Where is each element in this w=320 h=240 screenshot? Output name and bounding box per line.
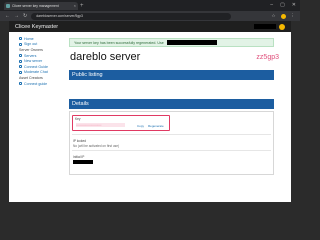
key-label: Key <box>75 117 81 121</box>
copy-key-link[interactable]: Copy <box>137 124 144 128</box>
sidebar-section-label: Asset Creators <box>19 75 43 80</box>
maximize-button[interactable]: ▢ <box>280 1 285 9</box>
address-bar-row: ← → ↻ darebloserver.com/server/5gp3 ☆ ⋮ <box>0 11 300 21</box>
reload-icon[interactable]: ↻ <box>23 13 27 19</box>
regenerate-key-link[interactable]: Regenerate <box>148 124 164 128</box>
url-input[interactable]: darebloserver.com/server/5gp3 <box>31 12 232 20</box>
redacted-alert-text <box>166 40 217 45</box>
browser-extensions: ☆ ⋮ <box>271 13 295 19</box>
success-alert: Your server key has been successfully re… <box>69 38 274 47</box>
main-content: Your server key has been successfully re… <box>57 32 291 202</box>
sidebar-item-label: Connect Guide <box>24 64 48 69</box>
details-header: Details <box>69 99 274 109</box>
public-listing-header[interactable]: Public listing <box>69 70 274 80</box>
sidebar-item-label: Servers <box>24 53 37 58</box>
alert-text: Your server key has been successfully re… <box>74 40 164 45</box>
profile-avatar-icon[interactable] <box>280 13 286 19</box>
sidebar-item-connect-guide-assets[interactable]: Connect guide <box>9 81 57 87</box>
server-key-value[interactable]: •••••••••••••••••••••••••• <box>76 123 125 127</box>
ip-locked-label: IP locked <box>73 139 87 143</box>
server-id-badge: zz5gp3 <box>256 54 279 61</box>
site-header: Clicee Keymaster <box>9 21 291 32</box>
guide-icon <box>19 65 22 69</box>
details-panel: Key •••••••••••••••••••••••••• Copy Rege… <box>69 111 274 175</box>
sidebar-item-label: Sign out <box>24 42 38 47</box>
page-title: dareblo server <box>70 51 141 63</box>
sidebar-item-label: Home <box>24 36 34 41</box>
divider <box>72 134 271 135</box>
divider <box>72 150 271 151</box>
sidebar-section-label: Server Owners <box>19 47 43 52</box>
sidebar: Home Sign out Server Owners Servers New … <box>9 32 57 202</box>
sidebar-item-label: Moderate Chat <box>24 70 48 75</box>
minimize-button[interactable]: – <box>270 1 273 9</box>
guide-icon <box>19 82 22 86</box>
sidebar-item-label: New server <box>24 59 43 64</box>
menu-dots-icon[interactable]: ⋮ <box>291 13 296 19</box>
plus-icon <box>19 59 22 63</box>
tab-favicon-icon <box>6 4 10 8</box>
window-controls: – ▢ ✕ <box>270 1 296 9</box>
close-window-button[interactable]: ✕ <box>292 1 296 9</box>
header-user-area <box>254 23 285 30</box>
browser-tab[interactable]: Clicee server key management × <box>4 2 78 10</box>
signout-icon <box>19 42 22 46</box>
initial-ip-label: Initial IP <box>73 155 85 159</box>
site-brand[interactable]: Clicee Keymaster <box>15 24 58 30</box>
key-field-highlight: Key •••••••••••••••••••••••••• Copy Rege… <box>72 115 170 131</box>
tab-title: Clicee server key management <box>12 4 59 8</box>
home-icon <box>19 37 22 41</box>
chat-icon <box>19 70 22 74</box>
forward-arrow-icon[interactable]: → <box>14 13 19 19</box>
sidebar-item-label: Connect guide <box>24 81 48 86</box>
servers-icon <box>19 54 22 58</box>
back-arrow-icon[interactable]: ← <box>5 13 10 19</box>
redacted-initial-ip <box>73 160 93 164</box>
redacted-username <box>254 24 276 29</box>
browser-chrome: Clicee server key management × + – ▢ ✕ ←… <box>0 0 300 21</box>
ip-locked-value: No (will be activated on first use) <box>73 144 120 148</box>
web-page: Clicee Keymaster Home Sign out Server Ow… <box>9 21 291 202</box>
new-tab-button[interactable]: + <box>80 2 84 10</box>
user-avatar[interactable] <box>279 23 285 30</box>
tab-close-icon[interactable]: × <box>74 4 76 8</box>
star-icon[interactable]: ☆ <box>271 13 275 19</box>
